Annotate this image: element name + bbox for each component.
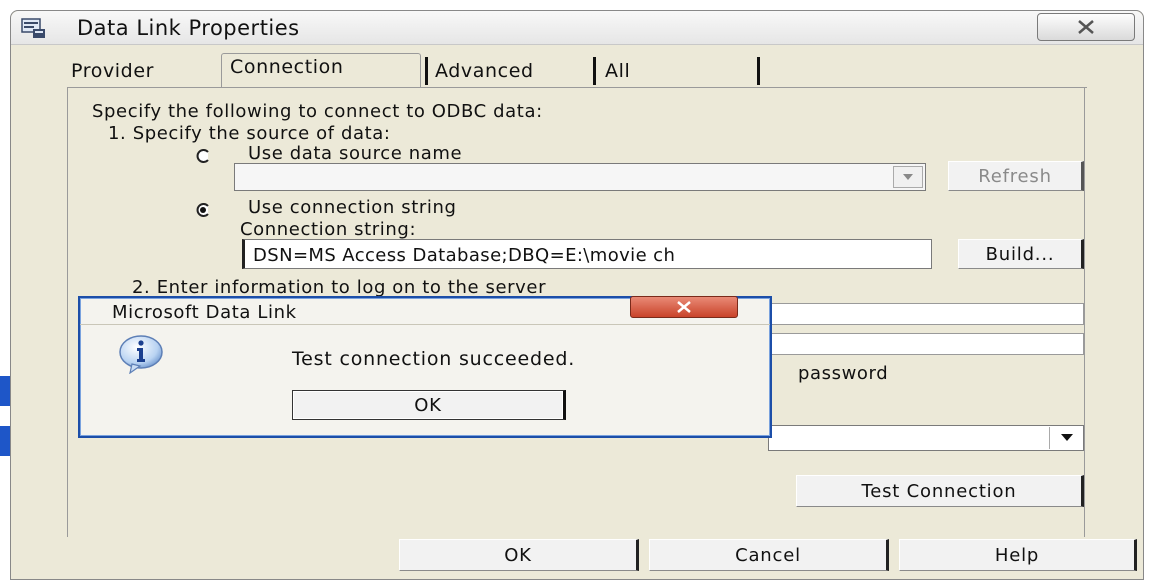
chevron-down-icon: [903, 174, 913, 180]
tab-strip: Provider Connection Advanced All: [67, 53, 763, 87]
cancel-button[interactable]: Cancel: [649, 539, 889, 571]
background-window-strip: [0, 426, 10, 456]
password-field[interactable]: [768, 333, 1084, 355]
use-dsn-radio[interactable]: [196, 149, 210, 163]
username-field[interactable]: [768, 303, 1084, 325]
use-connection-string-label[interactable]: Use connection string: [248, 197, 457, 218]
tab-connection[interactable]: Connection: [221, 53, 421, 87]
connection-string-caption: Connection string:: [240, 219, 417, 240]
ok-button[interactable]: OK: [399, 539, 639, 571]
dsn-select[interactable]: [234, 163, 926, 191]
step2-label: 2. Enter information to log on to the se…: [132, 277, 547, 298]
tab-advanced[interactable]: Advanced: [435, 57, 534, 87]
test-connection-button[interactable]: Test Connection: [796, 475, 1084, 507]
password-option-label[interactable]: password: [798, 363, 888, 384]
title-bar[interactable]: Data Link Properties: [11, 11, 1143, 45]
background-window-strip: [0, 376, 10, 406]
data-link-properties-dialog: Data Link Properties Provider Connection…: [10, 10, 1144, 580]
close-icon: [1078, 20, 1094, 34]
chevron-down-icon: [1060, 434, 1073, 441]
tab-separator: [757, 57, 760, 85]
test-connection-message-box: Microsoft Data Link Test connection succ…: [78, 296, 772, 438]
use-dsn-label[interactable]: Use data source name: [248, 143, 462, 164]
info-icon: [119, 335, 163, 374]
build-button[interactable]: Build...: [958, 239, 1084, 269]
data-link-app-icon: [21, 18, 45, 38]
close-icon: [677, 301, 691, 313]
intro-label: Specify the following to connect to ODBC…: [92, 101, 543, 122]
step1-label: 1. Specify the source of data:: [108, 123, 391, 144]
connection-string-input[interactable]: DSN=MS Access Database;DBQ=E:\movie ch: [242, 239, 932, 269]
refresh-button[interactable]: Refresh: [948, 161, 1084, 191]
message-box-text: Test connection succeeded.: [292, 348, 576, 370]
tab-separator: [425, 57, 428, 85]
help-button[interactable]: Help: [899, 539, 1137, 571]
message-box-close-button[interactable]: [630, 296, 738, 318]
message-box-ok-button[interactable]: OK: [292, 390, 566, 420]
window-title: Data Link Properties: [77, 16, 300, 40]
tab-separator: [593, 57, 596, 85]
message-box-title: Microsoft Data Link: [112, 302, 297, 323]
tab-provider[interactable]: Provider: [71, 57, 154, 87]
catalog-select[interactable]: [768, 425, 1084, 451]
use-connection-string-radio[interactable]: [196, 203, 210, 217]
close-button[interactable]: [1037, 13, 1135, 41]
catalog-select-arrow[interactable]: [1049, 427, 1083, 449]
message-box-divider: [80, 324, 770, 325]
dsn-select-arrow[interactable]: [893, 166, 923, 188]
tab-all[interactable]: All: [605, 57, 630, 87]
